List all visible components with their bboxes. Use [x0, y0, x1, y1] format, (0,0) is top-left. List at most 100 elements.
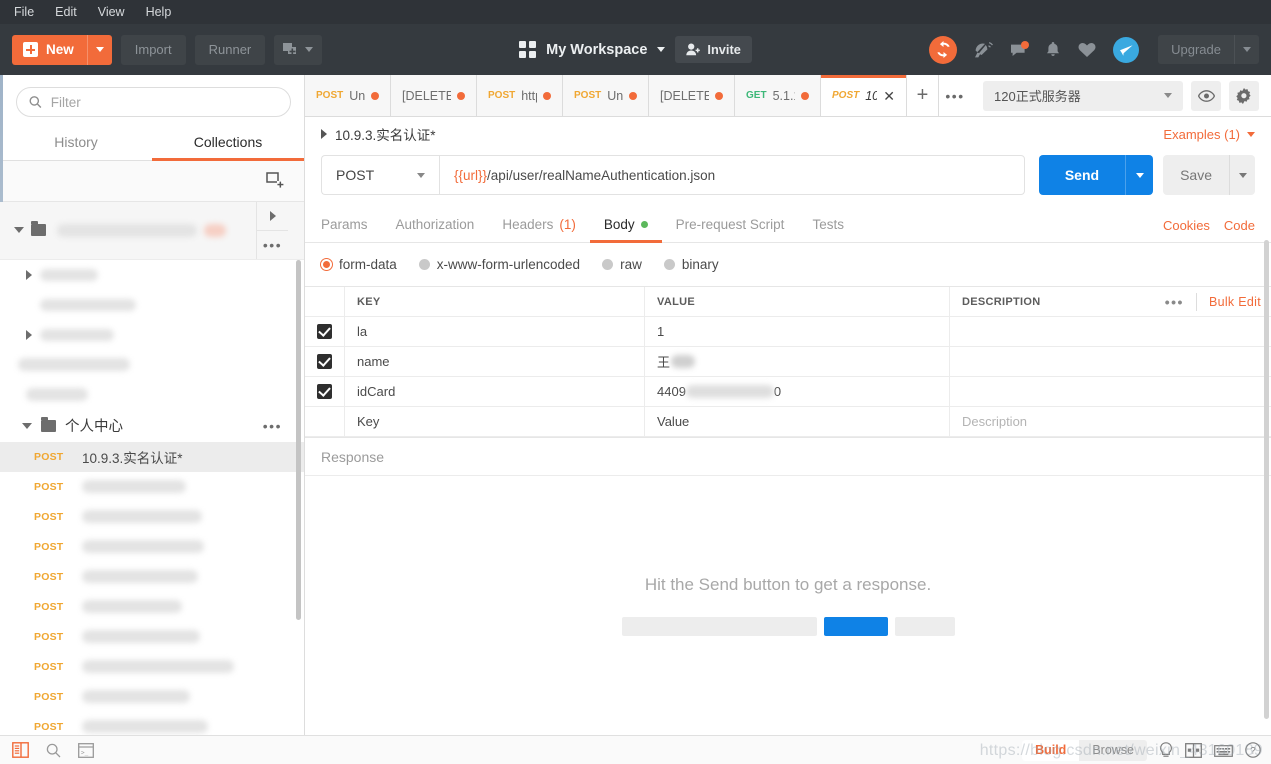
build-tab[interactable]: Build: [1022, 739, 1080, 761]
new-dropdown-caret[interactable]: [86, 34, 112, 65]
chevron-down-icon[interactable]: [14, 227, 24, 234]
empty-description-input[interactable]: Description: [950, 407, 1271, 436]
add-tab-button[interactable]: +: [907, 75, 940, 116]
request-row[interactable]: POST: [0, 472, 304, 502]
send-button[interactable]: Send: [1038, 155, 1126, 195]
save-button[interactable]: Save: [1163, 155, 1229, 195]
environment-selector[interactable]: 120正式服务器: [983, 80, 1183, 111]
table-row[interactable]: la 1: [305, 317, 1271, 347]
close-icon[interactable]: ✕: [883, 89, 895, 103]
row-value[interactable]: 4409 0: [645, 377, 950, 406]
tree-node[interactable]: [0, 350, 304, 380]
row-checkbox-cell[interactable]: [305, 407, 345, 436]
two-pane-icon[interactable]: [1185, 742, 1202, 758]
save-dropdown-caret[interactable]: [1229, 155, 1255, 195]
keyboard-icon[interactable]: [1214, 743, 1233, 757]
request-tab-2[interactable]: [DELETED]: [391, 75, 477, 116]
sync-icon[interactable]: [929, 35, 958, 64]
tree-node[interactable]: [0, 320, 304, 350]
tab-authorization[interactable]: Authorization: [382, 209, 489, 242]
request-row[interactable]: POST: [0, 712, 304, 735]
invite-button[interactable]: Invite: [675, 36, 752, 63]
upgrade-button[interactable]: Upgrade: [1158, 35, 1259, 64]
empty-value-input[interactable]: Value: [645, 407, 950, 436]
tab-tests[interactable]: Tests: [798, 209, 858, 242]
request-row[interactable]: POST: [0, 532, 304, 562]
row-description[interactable]: [950, 317, 1271, 346]
help-icon[interactable]: ?: [1245, 742, 1261, 758]
request-row[interactable]: POST: [0, 622, 304, 652]
upgrade-dropdown-caret[interactable]: [1234, 35, 1259, 64]
sidebar-toggle-icon[interactable]: [12, 742, 29, 758]
request-tab-3[interactable]: POST http: [477, 75, 563, 116]
bulk-edit-button[interactable]: Bulk Edit: [1209, 295, 1261, 309]
row-value[interactable]: 1: [645, 317, 950, 346]
collection-run-button[interactable]: [257, 202, 288, 230]
paper-plane-icon[interactable]: [1113, 36, 1140, 63]
checkbox-checked-icon[interactable]: [317, 354, 332, 369]
table-more-button[interactable]: •••: [1165, 295, 1184, 309]
request-row[interactable]: POST: [0, 592, 304, 622]
menu-item-view[interactable]: View: [98, 5, 125, 19]
search-filter[interactable]: [16, 87, 291, 117]
comment-icon[interactable]: [1010, 40, 1030, 58]
chevron-right-icon[interactable]: [321, 129, 327, 139]
browse-tab[interactable]: Browse: [1079, 740, 1147, 761]
bell-icon[interactable]: [1045, 41, 1061, 58]
console-icon[interactable]: >_: [78, 742, 94, 758]
tree-node[interactable]: [0, 380, 304, 410]
checkbox-checked-icon[interactable]: [317, 324, 332, 339]
search-icon[interactable]: [46, 743, 61, 758]
row-checkbox-cell[interactable]: [305, 347, 345, 376]
tab-headers[interactable]: Headers (1): [488, 209, 590, 242]
collection-row[interactable]: •••: [0, 201, 304, 260]
chevron-right-icon[interactable]: [26, 269, 32, 280]
tab-pre-request-script[interactable]: Pre-request Script: [662, 209, 799, 242]
request-row[interactable]: POST: [0, 562, 304, 592]
main-scrollbar[interactable]: [1264, 240, 1269, 719]
body-type-raw[interactable]: raw: [602, 257, 642, 272]
menu-item-help[interactable]: Help: [146, 5, 172, 19]
body-type-form-data[interactable]: form-data: [321, 257, 397, 272]
request-row[interactable]: POST: [0, 652, 304, 682]
row-description[interactable]: [950, 377, 1271, 406]
satellite-icon[interactable]: [974, 41, 994, 58]
request-row[interactable]: POST: [0, 502, 304, 532]
search-input[interactable]: [50, 94, 278, 110]
table-empty-row[interactable]: Key Value Description: [305, 407, 1271, 437]
menu-item-edit[interactable]: Edit: [55, 5, 77, 19]
runner-button[interactable]: Runner: [194, 34, 266, 65]
row-description[interactable]: [950, 347, 1271, 376]
request-tab-7-active[interactable]: POST 10. ✕: [821, 75, 907, 116]
row-checkbox-cell[interactable]: [305, 377, 345, 406]
table-row[interactable]: name 王: [305, 347, 1271, 377]
tab-params[interactable]: Params: [321, 209, 382, 242]
request-tab-1[interactable]: POST Unt: [305, 75, 391, 116]
url-input[interactable]: {{url}}/api/user/realNameAuthentication.…: [439, 155, 1025, 195]
request-tab-6[interactable]: GET 5.1.1:: [735, 75, 821, 116]
checkbox-checked-icon[interactable]: [317, 384, 332, 399]
new-collection-icon[interactable]: [266, 172, 284, 189]
build-browse-toggle[interactable]: Build Browse: [1022, 739, 1147, 761]
menu-item-file[interactable]: File: [14, 5, 34, 19]
examples-dropdown[interactable]: Examples (1): [1163, 127, 1255, 142]
body-type-binary[interactable]: binary: [663, 257, 719, 272]
row-checkbox-cell[interactable]: [305, 317, 345, 346]
request-row-selected[interactable]: POST 10.9.3.实名认证*: [0, 441, 304, 472]
request-row[interactable]: POST: [0, 682, 304, 712]
heart-icon[interactable]: [1078, 42, 1096, 58]
cookies-link[interactable]: Cookies: [1163, 218, 1210, 233]
send-dropdown-caret[interactable]: [1125, 155, 1154, 195]
environment-quick-look-button[interactable]: [1191, 80, 1221, 111]
sidebar-tab-history[interactable]: History: [0, 125, 152, 160]
request-tab-5[interactable]: [DELETED]: [649, 75, 735, 116]
environment-settings-button[interactable]: [1229, 80, 1259, 111]
new-button-label-wrap[interactable]: New: [12, 35, 87, 65]
tab-more-button[interactable]: •••: [939, 75, 971, 116]
sidebar-tab-collections[interactable]: Collections: [152, 125, 304, 161]
row-key[interactable]: name: [345, 347, 645, 376]
bulb-icon[interactable]: [1159, 741, 1173, 759]
table-row[interactable]: idCard 4409 0: [305, 377, 1271, 407]
empty-key-input[interactable]: Key: [345, 407, 645, 436]
body-type-urlencoded[interactable]: x-www-form-urlencoded: [418, 257, 580, 272]
